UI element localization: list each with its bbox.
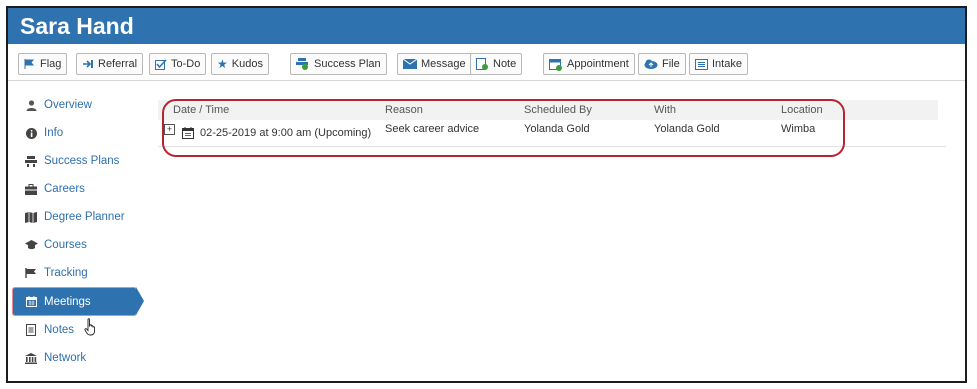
calendar-add-icon xyxy=(549,58,563,71)
profile-sidebar: Overview Info Success Plans Careers Degr… xyxy=(12,90,144,372)
calendar-icon xyxy=(24,296,38,307)
note-icon xyxy=(24,324,38,336)
flag-icon xyxy=(24,59,36,69)
note-button[interactable]: Note xyxy=(470,53,523,75)
appointment-button[interactable]: Appointment xyxy=(543,53,635,75)
referral-icon xyxy=(82,59,94,69)
graduation-cap-icon xyxy=(24,240,38,250)
success-plans-icon xyxy=(24,155,38,167)
page-title: Sara Hand xyxy=(8,8,965,44)
note-icon xyxy=(476,57,489,71)
envelope-icon xyxy=(403,59,417,69)
hand-cursor-icon xyxy=(84,318,98,341)
briefcase-icon xyxy=(24,183,38,195)
todo-button[interactable]: To-Do xyxy=(149,53,207,75)
message-button[interactable]: Message xyxy=(397,53,472,75)
sidebar-item-info[interactable]: Info xyxy=(16,119,144,147)
student-profile-window: Sara Hand Flag Referral To-Do ★ Kudos Su… xyxy=(6,6,967,383)
success-plan-icon xyxy=(296,58,310,70)
star-icon: ★ xyxy=(217,57,228,71)
intake-button[interactable]: Intake xyxy=(689,53,748,75)
flag-button[interactable]: Flag xyxy=(18,53,68,75)
sidebar-item-courses[interactable]: Courses xyxy=(16,231,144,259)
info-icon xyxy=(24,127,38,139)
kudos-button[interactable]: ★ Kudos xyxy=(211,53,269,75)
annotation-highlight-oval xyxy=(162,99,845,157)
cloud-upload-icon xyxy=(644,59,658,69)
sidebar-item-degree-planner[interactable]: Degree Planner xyxy=(16,203,144,231)
sidebar-item-tracking[interactable]: Tracking xyxy=(16,259,144,287)
file-button[interactable]: File xyxy=(638,53,686,75)
success-plan-button[interactable]: Success Plan xyxy=(290,53,387,75)
flag-icon xyxy=(24,268,38,278)
institution-icon xyxy=(24,352,38,364)
checkbox-icon xyxy=(155,58,167,70)
map-icon xyxy=(24,211,38,223)
sidebar-item-careers[interactable]: Careers xyxy=(16,175,144,203)
sidebar-item-network[interactable]: Network xyxy=(16,344,144,372)
sidebar-item-notes[interactable]: Notes xyxy=(16,316,144,344)
sidebar-item-meetings[interactable]: Meetings xyxy=(12,287,144,316)
referral-button[interactable]: Referral xyxy=(76,53,144,75)
person-icon xyxy=(24,99,38,111)
sidebar-item-overview[interactable]: Overview xyxy=(16,91,144,119)
list-icon xyxy=(695,58,708,70)
action-toolbar: Flag Referral To-Do ★ Kudos Success Plan… xyxy=(8,44,965,81)
sidebar-item-success-plans[interactable]: Success Plans xyxy=(16,147,144,175)
